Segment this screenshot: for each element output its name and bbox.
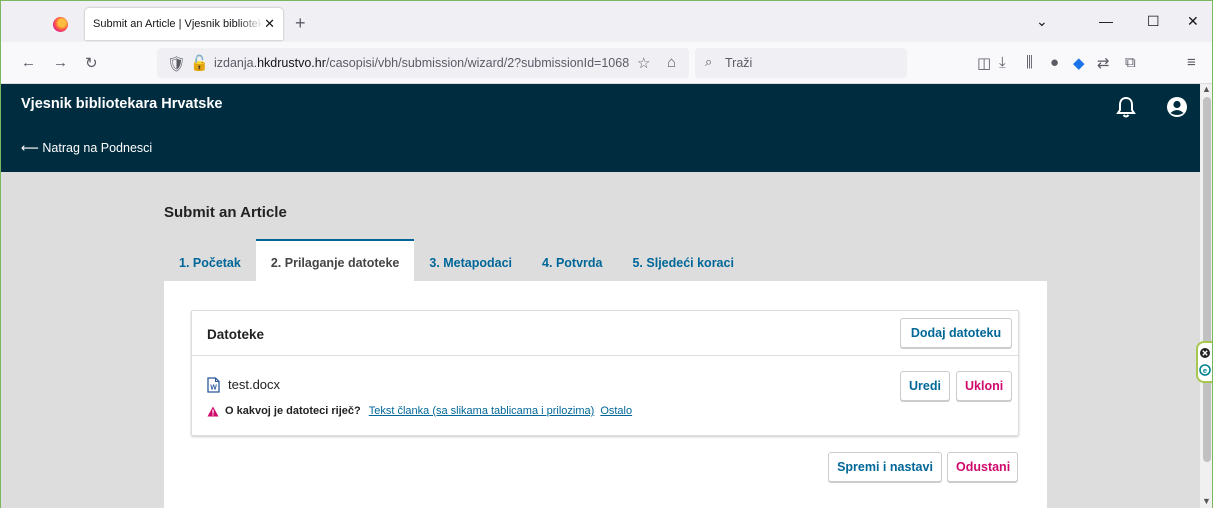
search-placeholder: Traži [725, 56, 753, 70]
page-scrollbar[interactable]: ▲ ▼ [1200, 84, 1212, 508]
browser-tab[interactable]: Submit an Article | Vjesnik bibliotekara… [85, 8, 283, 40]
url-bar[interactable]: 🛡 🔓 izdanja.hkdrustvo.hr/casopisi/vbh/su… [157, 48, 689, 78]
word-document-icon: W [207, 377, 220, 393]
back-to-submissions-link[interactable]: ⟵ Natrag na Podnesci [21, 140, 152, 155]
genre-option-other[interactable]: Ostalo [600, 405, 632, 417]
translate-icon[interactable]: ⇄ [1097, 54, 1110, 72]
search-bar[interactable]: ⌕ Traži [695, 48, 907, 78]
files-grid: Datoteke Dodaj datoteku W test.docx Ured… [191, 310, 1019, 436]
tab-strip: Submit an Article | Vjesnik bibliotekara… [1, 1, 1212, 42]
extensions-icon[interactable]: ⧉ [1125, 54, 1136, 71]
tab-sljedeci-koraci[interactable]: 5. Sljedeći koraci [617, 239, 748, 281]
file-row: W test.docx Uredi Ukloni O kakvoj je dat… [192, 356, 1018, 436]
file-name[interactable]: test.docx [228, 377, 280, 392]
nav-bar: ← → ↻ 🛡 🔓 izdanja.hkdrustvo.hr/casopisi/… [1, 42, 1212, 84]
extension-side-widget[interactable]: e [1196, 341, 1212, 383]
forward-arrow-icon[interactable]: → [53, 54, 68, 71]
tab-potvrda[interactable]: 4. Potvrda [527, 239, 617, 281]
menu-icon[interactable]: ≡ [1187, 54, 1196, 71]
url-text[interactable]: izdanja.hkdrustvo.hr/casopisi/vbh/submis… [214, 56, 634, 70]
maximize-icon[interactable]: ☐ [1147, 13, 1160, 30]
tab-close-icon[interactable]: ✕ [264, 16, 275, 32]
cancel-button[interactable]: Odustani [947, 452, 1018, 482]
warning-icon [207, 406, 219, 416]
site-title[interactable]: Vjesnik bibliotekara Hrvatske [21, 96, 223, 112]
close-window-icon[interactable]: ✕ [1187, 13, 1199, 30]
files-title: Datoteke [207, 327, 265, 342]
extension-b-icon[interactable]: ● [1050, 54, 1059, 71]
tab-metapodaci[interactable]: 3. Metapodaci [414, 239, 527, 281]
tab-title: Submit an Article | Vjesnik bibliotekara… [93, 18, 263, 30]
new-tab-button[interactable]: + [295, 13, 306, 34]
add-file-button[interactable]: Dodaj datoteku [900, 318, 1012, 348]
library-icon[interactable]: ⫼ [1026, 54, 1033, 71]
svg-text:W: W [210, 385, 217, 392]
firefox-logo-icon [53, 17, 68, 32]
tab-pocetak[interactable]: 1. Početak [164, 239, 256, 281]
extension-diamond-icon[interactable]: ◆ [1073, 54, 1085, 72]
extension-widget-icons: e [1199, 348, 1211, 376]
tab-panel: Datoteke Dodaj datoteku W test.docx Ured… [164, 281, 1047, 508]
browser-window: Submit an Article | Vjesnik bibliotekara… [0, 0, 1213, 508]
pocket-icon[interactable]: ◫ [977, 54, 991, 72]
genre-option-article-text[interactable]: Tekst članka (sa slikama tablicama i pri… [369, 405, 595, 417]
app-header: Vjesnik bibliotekara Hrvatske ⟵ Natrag n… [1, 84, 1200, 172]
user-account-icon[interactable] [1166, 96, 1188, 118]
remove-file-button[interactable]: Ukloni [956, 371, 1012, 401]
genre-selector: O kakvoj je datoteci riječ? Tekst članka… [207, 405, 638, 417]
scroll-up-arrow-icon[interactable]: ▲ [1202, 84, 1211, 94]
lock-insecure-icon[interactable]: 🔓 [190, 54, 209, 72]
bookmark-star-icon[interactable]: ☆ [637, 54, 650, 72]
back-arrow-icon[interactable]: ← [21, 54, 36, 71]
save-continue-button[interactable]: Spremi i nastavi [828, 452, 942, 482]
tab-prilaganje-datoteke[interactable]: 2. Prilaganje datoteke [255, 239, 415, 281]
home-icon[interactable]: ⌂ [667, 54, 676, 71]
wizard-tabs: 1. Početak 2. Prilaganje datoteke 3. Met… [164, 239, 749, 281]
edit-file-button[interactable]: Uredi [900, 371, 950, 401]
files-header: Datoteke Dodaj datoteku [192, 311, 1018, 356]
page-title: Submit an Article [164, 204, 287, 221]
scroll-down-arrow-icon[interactable]: ▼ [1202, 496, 1211, 506]
tab-list-chevron-icon[interactable]: ⌄ [1036, 13, 1048, 30]
svg-text:e: e [1203, 366, 1207, 375]
downloads-icon[interactable]: ⤓ [999, 54, 1006, 71]
scroll-thumb[interactable] [1203, 97, 1211, 462]
reload-icon[interactable]: ↻ [85, 54, 98, 72]
page-body: Submit an Article 1. Početak 2. Prilagan… [1, 172, 1200, 508]
shield-icon[interactable]: 🛡 [167, 55, 186, 73]
search-icon: ⌕ [705, 54, 713, 69]
minimize-icon[interactable]: — [1099, 13, 1113, 29]
notifications-bell-icon[interactable] [1116, 96, 1136, 118]
genre-question: O kakvoj je datoteci riječ? [225, 405, 361, 417]
